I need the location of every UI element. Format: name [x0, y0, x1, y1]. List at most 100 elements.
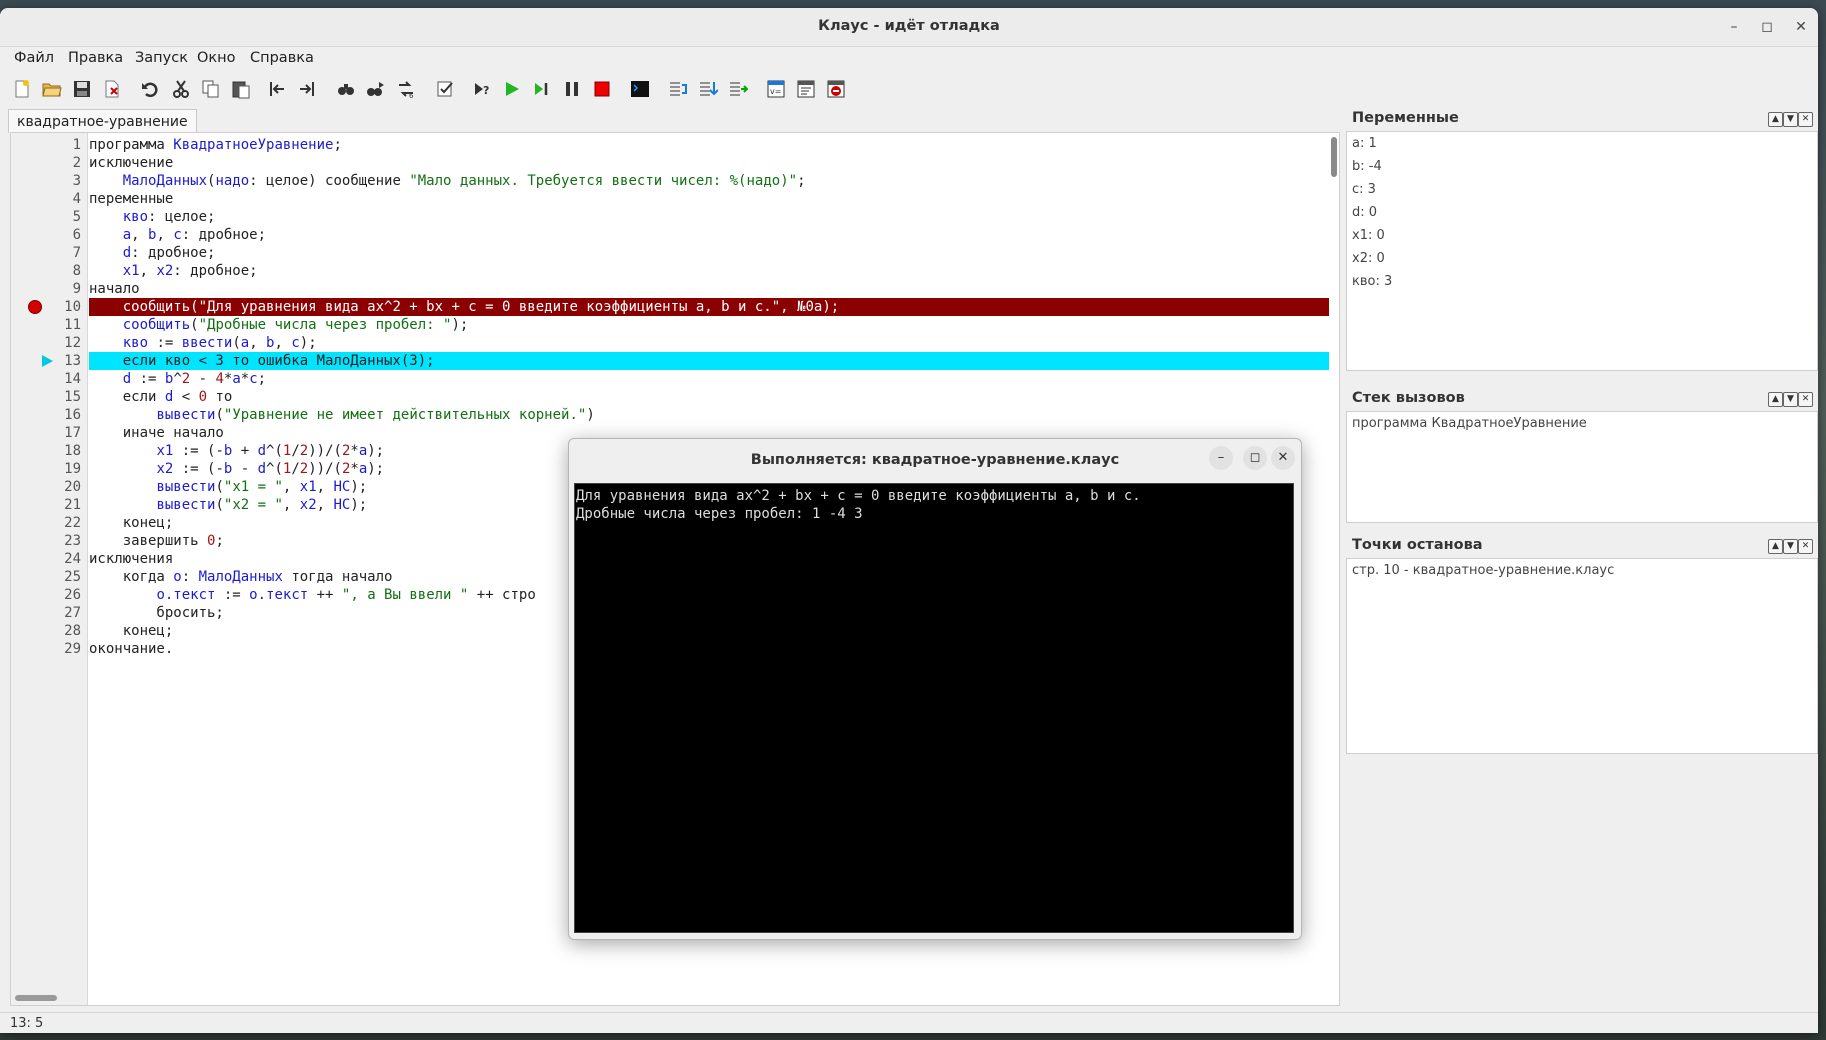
menu-window[interactable]: Окно [197, 50, 236, 66]
console-maximize-icon[interactable]: ◻ [1243, 446, 1267, 470]
maximize-icon[interactable]: ◻ [1757, 17, 1777, 37]
line-number[interactable]: 3 [41, 172, 81, 190]
line-number[interactable]: 5 [41, 208, 81, 226]
horizontal-scrollbar[interactable] [15, 995, 57, 1001]
check-icon[interactable] [434, 78, 456, 100]
variables-item[interactable]: a: 1 [1347, 132, 1817, 155]
line-number[interactable]: 20 [41, 478, 81, 496]
line-number[interactable]: 4 [41, 190, 81, 208]
replace-icon[interactable]: 6 [395, 78, 417, 100]
close-icon[interactable]: ✕ [1791, 17, 1811, 37]
panel-close-icon[interactable]: ✕ [1798, 392, 1813, 407]
panel-down-icon[interactable]: ▼ [1783, 539, 1798, 554]
line-number[interactable]: 2 [41, 154, 81, 172]
code-line[interactable]: кво := ввести(a, b, c); [89, 334, 1329, 352]
cut-icon[interactable] [170, 78, 192, 100]
copy-icon[interactable] [200, 78, 222, 100]
pause-icon[interactable] [561, 78, 583, 100]
line-number[interactable]: 21 [41, 496, 81, 514]
callstack-icon[interactable] [795, 78, 817, 100]
panel-up-icon[interactable]: ▲ [1768, 112, 1783, 127]
line-number[interactable]: 9 [41, 280, 81, 298]
menu-help[interactable]: Справка [250, 50, 314, 66]
panel-close-icon[interactable]: ✕ [1798, 112, 1813, 127]
find-next-icon[interactable] [365, 78, 387, 100]
line-number[interactable]: 19 [41, 460, 81, 478]
vertical-scrollbar[interactable] [1331, 137, 1337, 177]
variables-item[interactable]: x1: 0 [1347, 224, 1817, 247]
panel-close-icon[interactable]: ✕ [1798, 539, 1813, 554]
line-number[interactable]: 10 [41, 298, 81, 316]
prev-icon[interactable] [266, 78, 288, 100]
minimize-icon[interactable]: – [1724, 17, 1744, 37]
step-out-icon[interactable] [727, 78, 749, 100]
menu-run[interactable]: Запуск [135, 50, 188, 66]
callstack-item[interactable]: программа КвадратноеУравнение [1347, 412, 1817, 435]
code-line[interactable]: если кво < 3 то ошибка МалоДанных(3); [89, 352, 1329, 370]
open-folder-icon[interactable] [41, 78, 63, 100]
close-file-icon[interactable] [101, 78, 123, 100]
line-number[interactable]: 11 [41, 316, 81, 334]
stop-icon[interactable] [591, 78, 613, 100]
line-number[interactable]: 25 [41, 568, 81, 586]
breakpoints-icon[interactable] [825, 78, 847, 100]
console-output[interactable]: Для уравнения вида ax^2 + bx + c = 0 вве… [574, 483, 1294, 933]
code-line[interactable]: d: дробное; [89, 244, 1329, 262]
panel-down-icon[interactable]: ▼ [1783, 392, 1798, 407]
line-number[interactable]: 22 [41, 514, 81, 532]
line-number[interactable]: 17 [41, 424, 81, 442]
run-debug-icon[interactable]: ? [471, 78, 493, 100]
code-line[interactable]: сообщить("Для уравнения вида ax^2 + bx +… [89, 298, 1329, 316]
terminal-icon[interactable] [629, 78, 651, 100]
panel-up-icon[interactable]: ▲ [1768, 539, 1783, 554]
step-icon[interactable] [531, 78, 553, 100]
menu-edit[interactable]: Правка [68, 50, 123, 66]
breakpoints-item[interactable]: стр. 10 - квадратное-уравнение.клаус [1347, 559, 1817, 582]
line-number[interactable]: 23 [41, 532, 81, 550]
line-number[interactable]: 16 [41, 406, 81, 424]
code-line[interactable]: сообщить("Дробные числа через пробел: ")… [89, 316, 1329, 334]
line-number[interactable]: 14 [41, 370, 81, 388]
code-line[interactable]: если d < 0 то [89, 388, 1329, 406]
variables-item[interactable]: c: 3 [1347, 178, 1817, 201]
variables-item[interactable]: кво: 3 [1347, 270, 1817, 293]
code-line[interactable]: исключение [89, 154, 1329, 172]
paste-icon[interactable] [230, 78, 252, 100]
code-line[interactable]: вывести("Уравнение не имеет действительн… [89, 406, 1329, 424]
variables-item[interactable]: d: 0 [1347, 201, 1817, 224]
line-number[interactable]: 18 [41, 442, 81, 460]
line-number[interactable]: 6 [41, 226, 81, 244]
line-number[interactable]: 12 [41, 334, 81, 352]
code-line[interactable]: d := b^2 - 4*a*c; [89, 370, 1329, 388]
menu-file[interactable]: Файл [14, 50, 54, 66]
new-file-icon[interactable] [11, 78, 33, 100]
code-line[interactable]: переменные [89, 190, 1329, 208]
line-number[interactable]: 27 [41, 604, 81, 622]
line-number[interactable]: 1 [41, 136, 81, 154]
tab-editor-file[interactable]: квадратное-уравнение [8, 109, 197, 133]
line-number[interactable]: 26 [41, 586, 81, 604]
line-number[interactable]: 8 [41, 262, 81, 280]
step-into-icon[interactable] [667, 78, 689, 100]
panel-down-icon[interactable]: ▼ [1783, 112, 1798, 127]
undo-icon[interactable] [139, 78, 161, 100]
variables-item[interactable]: b: -4 [1347, 155, 1817, 178]
line-number[interactable]: 15 [41, 388, 81, 406]
console-minimize-icon[interactable]: – [1209, 446, 1233, 470]
code-line[interactable]: кво: целое; [89, 208, 1329, 226]
line-number[interactable]: 24 [41, 550, 81, 568]
code-line[interactable]: МалоДанных(надо: целое) сообщение "Мало … [89, 172, 1329, 190]
code-line[interactable]: программа КвадратноеУравнение; [89, 136, 1329, 154]
variables-icon[interactable]: v= [765, 78, 787, 100]
line-number[interactable]: 7 [41, 244, 81, 262]
save-icon[interactable] [71, 78, 93, 100]
code-line[interactable]: начало [89, 280, 1329, 298]
line-number[interactable]: 28 [41, 622, 81, 640]
console-close-icon[interactable]: ✕ [1271, 446, 1295, 470]
variables-item[interactable]: x2: 0 [1347, 247, 1817, 270]
next-icon[interactable] [296, 78, 318, 100]
code-line[interactable]: a, b, c: дробное; [89, 226, 1329, 244]
step-over-icon[interactable] [697, 78, 719, 100]
line-number[interactable]: 29 [41, 640, 81, 658]
run-icon[interactable] [501, 78, 523, 100]
